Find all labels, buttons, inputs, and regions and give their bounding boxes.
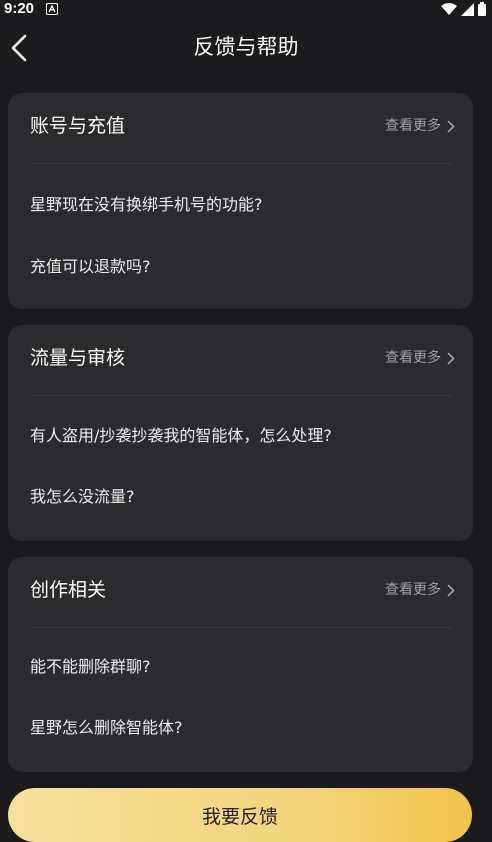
status-bar: 9:20: [0, 0, 492, 20]
nav-bar: 反馈与帮助: [0, 22, 492, 74]
faq-item[interactable]: 充值可以退款吗?: [30, 256, 151, 278]
section-header: 流量与审核 查看更多: [8, 325, 473, 395]
see-more-link[interactable]: 查看更多: [385, 117, 455, 135]
chevron-right-icon: [447, 120, 455, 132]
faq-item[interactable]: 有人盗用/抄袭抄袭我的智能体，怎么处理?: [30, 425, 332, 447]
faq-item[interactable]: 星野现在没有换绑手机号的功能?: [30, 194, 263, 216]
see-more-link[interactable]: 查看更多: [385, 581, 455, 599]
page-title: 反馈与帮助: [193, 35, 299, 59]
see-more-label: 查看更多: [385, 118, 441, 134]
section-divider: [30, 395, 453, 396]
section-header: 账号与充值 查看更多: [8, 93, 473, 163]
section-card-creation: 创作相关 查看更多 能不能删除群聊? 星野怎么删除智能体?: [8, 557, 473, 772]
notification-a-icon: [46, 3, 58, 15]
section-header: 创作相关 查看更多: [8, 557, 473, 627]
chevron-right-icon: [447, 352, 455, 364]
see-more-link[interactable]: 查看更多: [385, 349, 455, 367]
see-more-label: 查看更多: [385, 350, 441, 366]
faq-item[interactable]: 星野怎么删除智能体?: [30, 717, 183, 739]
section-divider: [30, 627, 453, 628]
faq-item[interactable]: 能不能删除群聊?: [30, 656, 151, 678]
section-title: 创作相关: [30, 579, 107, 601]
section-title: 账号与充值: [30, 115, 126, 137]
section-title: 流量与审核: [30, 347, 126, 369]
wifi-icon: [441, 3, 457, 15]
section-divider: [30, 163, 453, 164]
faq-item[interactable]: 我怎么没流量?: [30, 486, 135, 508]
battery-icon: [478, 2, 486, 16]
status-time: 9:20: [4, 0, 35, 17]
chevron-right-icon: [447, 584, 455, 596]
status-icons: [441, 2, 486, 16]
section-card-account: 账号与充值 查看更多 星野现在没有换绑手机号的功能? 充值可以退款吗?: [8, 93, 473, 309]
see-more-label: 查看更多: [385, 582, 441, 598]
feedback-button-label: 我要反馈: [201, 805, 278, 828]
signal-icon: [461, 2, 474, 16]
feedback-button[interactable]: 我要反馈: [8, 788, 472, 842]
section-card-traffic: 流量与审核 查看更多 有人盗用/抄袭抄袭我的智能体，怎么处理? 我怎么没流量?: [8, 325, 473, 541]
